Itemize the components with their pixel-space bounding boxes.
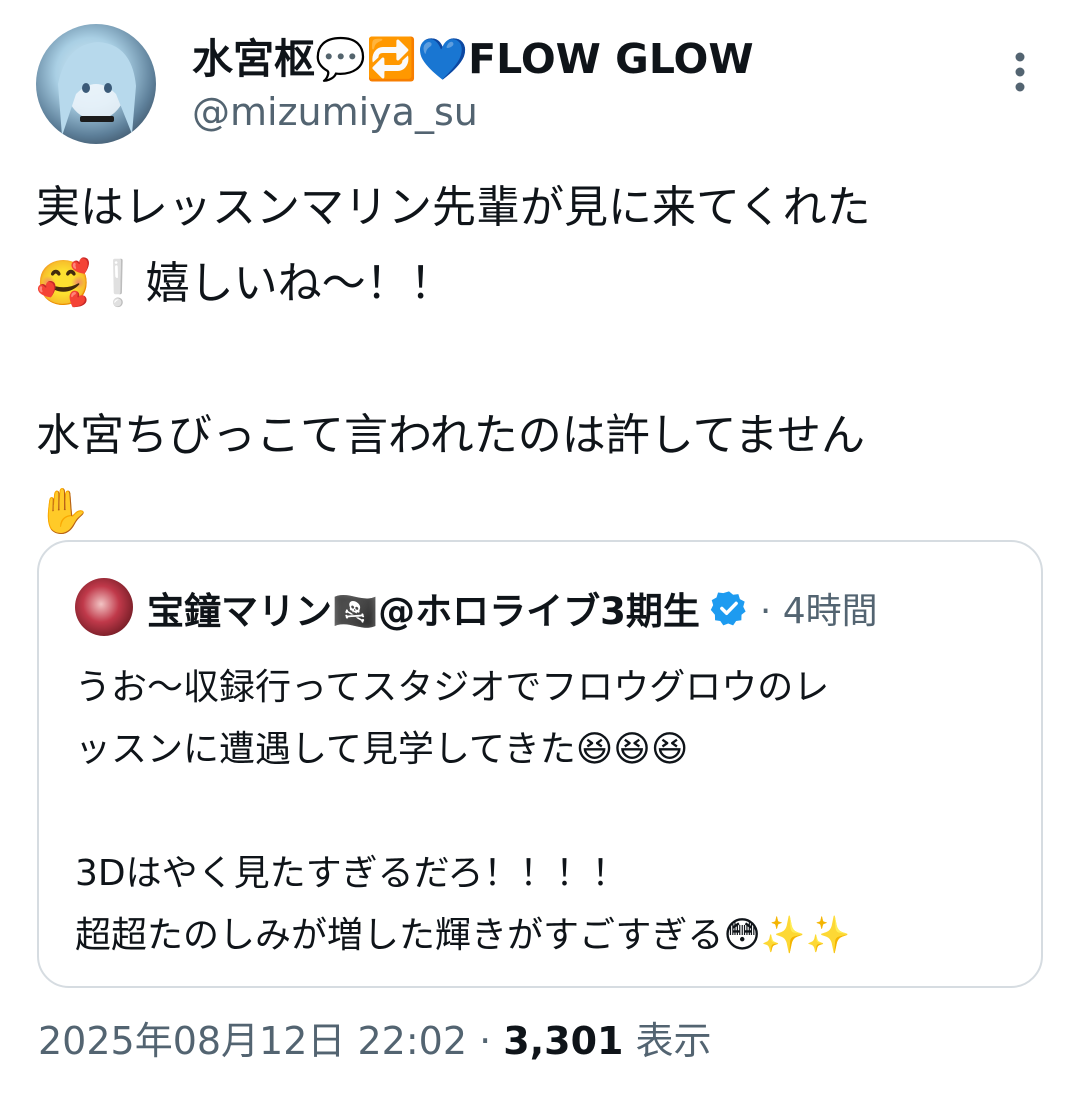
quote-timestamp: · 4時間 xyxy=(759,591,878,632)
meta-separator: · xyxy=(467,1019,504,1063)
quote-author-avatar xyxy=(75,578,133,636)
author-avatar[interactable] xyxy=(36,24,156,144)
author-handle[interactable]: @mizumiya_su xyxy=(192,88,478,136)
more-vertical-icon xyxy=(1015,52,1025,92)
quote-header: 宝鐘マリン🏴‍☠️@ホロライブ3期生 · 4時間 xyxy=(147,580,878,636)
author-display-name[interactable]: 水宮枢💬🔁💙FLOW GLOW xyxy=(192,34,754,84)
tweet-meta: 2025年08月12日 22:02 · 3,301 表示 xyxy=(38,1015,712,1067)
quote-text: うお〜収録行ってスタジオでフロウグロウのレ ッスンに遭遇して見学してきた😆😆😆 … xyxy=(75,667,851,956)
more-options-button[interactable] xyxy=(1000,50,1040,94)
quoted-tweet-card[interactable]: 宝鐘マリン🏴‍☠️@ホロライブ3期生 · 4時間 うお〜収録行ってスタジオでフロ… xyxy=(37,540,1043,988)
tweet-text: 実はレッスンマリン先輩が見に来てくれた 🥰❕嬉しいね〜！！ 水宮ちびっこて言われ… xyxy=(36,182,871,537)
quote-author-name: 宝鐘マリン🏴‍☠️@ホロライブ3期生 xyxy=(147,590,700,633)
tweet-timestamp[interactable]: 2025年08月12日 22:02 xyxy=(38,1019,467,1063)
views-label: 表示 xyxy=(623,1019,712,1063)
views-count: 3,301 xyxy=(503,1019,624,1063)
verified-badge-icon xyxy=(710,591,746,626)
